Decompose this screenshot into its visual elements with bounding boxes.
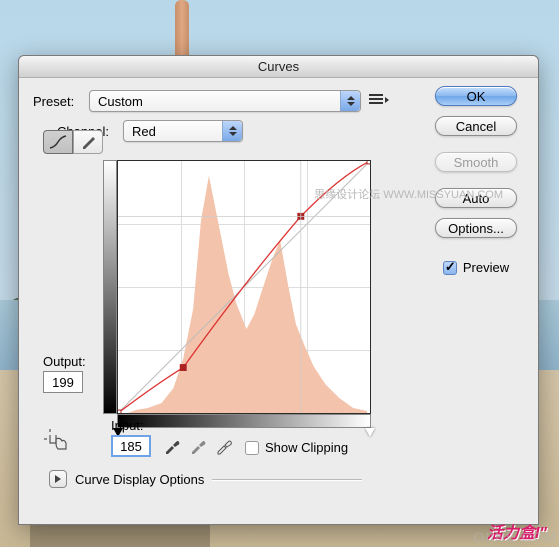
input-label: Input: — [111, 418, 144, 433]
watermark-text-3: OIIHE COM — [473, 529, 557, 545]
pencil-icon — [81, 135, 95, 149]
show-clipping-checkbox[interactable] — [245, 441, 259, 455]
options-button[interactable]: Options... — [435, 218, 517, 238]
curve-tool-button[interactable] — [43, 130, 73, 154]
watermark-text: 思缘设计论坛 WWW.MISSYUAN.COM — [314, 186, 503, 202]
preview-checkbox[interactable] — [443, 261, 457, 275]
output-label: Output: — [43, 354, 86, 369]
preset-select[interactable]: Custom — [89, 90, 361, 112]
input-input[interactable] — [111, 435, 151, 457]
gray-eyedropper-icon[interactable] — [189, 437, 207, 455]
show-clipping-label: Show Clipping — [265, 440, 348, 455]
pencil-tool-button[interactable] — [73, 130, 103, 154]
chevron-right-icon — [55, 475, 61, 483]
white-point-slider[interactable] — [365, 428, 375, 437]
output-input[interactable] — [43, 371, 83, 393]
target-adjust-tool[interactable] — [43, 428, 69, 452]
preset-value: Custom — [98, 94, 143, 109]
output-gradient — [103, 160, 117, 414]
divider — [212, 479, 362, 480]
white-eyedropper-icon[interactable] — [215, 437, 233, 455]
preview-label: Preview — [463, 260, 509, 275]
cancel-button[interactable]: Cancel — [435, 116, 517, 136]
select-stepper-icon — [340, 91, 360, 111]
curve-icon — [49, 135, 67, 149]
preset-label: Preset: — [33, 94, 89, 109]
preset-menu-icon[interactable] — [369, 94, 387, 108]
disclosure-label: Curve Display Options — [75, 472, 204, 487]
dialog-title: Curves — [19, 56, 538, 78]
disclosure-button[interactable] — [49, 470, 67, 488]
black-eyedropper-icon[interactable] — [163, 437, 181, 455]
curves-dialog: Curves Preset: Custom Channel: Red OK Ca… — [18, 55, 539, 525]
smooth-button: Smooth — [435, 152, 517, 172]
ok-button[interactable]: OK — [435, 86, 517, 106]
